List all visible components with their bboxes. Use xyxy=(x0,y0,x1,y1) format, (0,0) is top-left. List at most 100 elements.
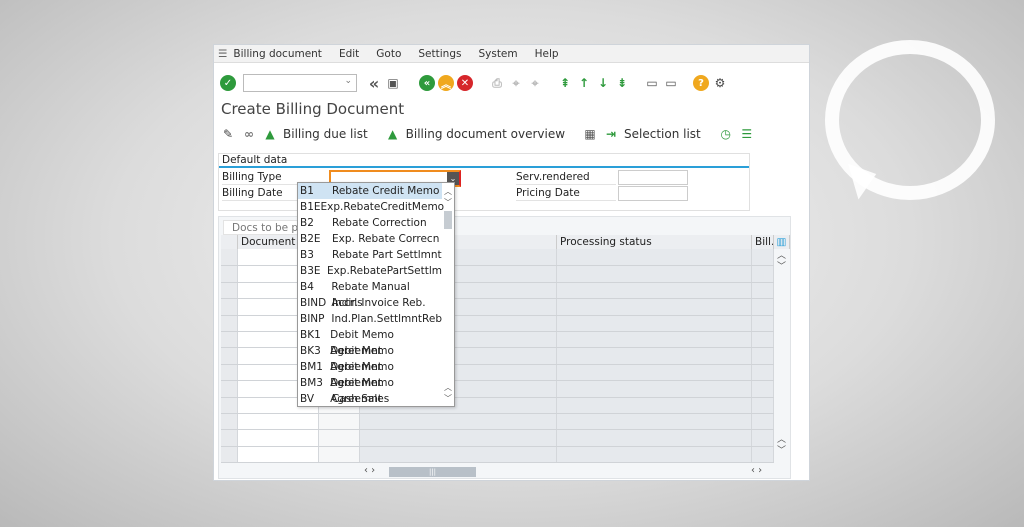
vertical-scroll-down[interactable]: ︿ ﹀ xyxy=(777,435,786,457)
dropdown-option[interactable]: BINP Ind.Plan.SettlmntReb xyxy=(298,311,442,327)
selection-list-button[interactable]: Selection list xyxy=(624,127,701,141)
page-title: Create Billing Document xyxy=(221,100,405,118)
option-code: B1E xyxy=(300,201,321,213)
first-page-icon[interactable]: ⇞ xyxy=(557,75,573,91)
help-icon[interactable]: ? xyxy=(693,75,709,91)
application-toolbar: ✎ ∞ ▲ Billing due list ▲ Billing documen… xyxy=(220,123,809,145)
menu-edit[interactable]: Edit xyxy=(339,48,359,60)
option-code: BINP xyxy=(300,313,325,325)
dropdown-scrollbar[interactable]: ︿ ﹀ ︿ ﹀ xyxy=(442,183,454,406)
option-text: Cash Sales xyxy=(332,393,390,405)
column-settings-icon[interactable]: ▥ xyxy=(774,235,790,249)
option-text: Rebate Part Settlmnt xyxy=(332,249,442,261)
option-code: BK1 xyxy=(300,329,321,341)
last-page-icon[interactable]: ⇟ xyxy=(614,75,630,91)
dropdown-option[interactable]: B4 Rebate Manual Accrls xyxy=(298,279,442,309)
option-code: B3 xyxy=(300,249,314,261)
option-text: Debit Memo Agreemnt xyxy=(330,361,394,389)
previous-page-icon[interactable]: ↑ xyxy=(576,75,592,91)
option-code: B1 xyxy=(300,185,314,197)
option-code: BM1 xyxy=(300,361,323,373)
selection-list-icon: ⇥ xyxy=(605,127,617,141)
menu-settings[interactable]: Settings xyxy=(418,48,461,60)
option-text: Exp.RebateCreditMemo xyxy=(320,201,445,213)
menu-help[interactable]: Help xyxy=(535,48,559,60)
dropdown-option[interactable]: BK1 Debit Memo Agreemnt xyxy=(298,327,442,357)
menu-billing-document[interactable]: Billing document xyxy=(233,48,322,60)
option-code: B4 xyxy=(300,281,314,293)
exit-icon[interactable]: ︽ xyxy=(438,75,454,91)
pencil-icon[interactable]: ✎ xyxy=(220,126,236,142)
menu-bar: ☰ Billing document Edit Goto Settings Sy… xyxy=(214,45,809,63)
billing-due-list-button[interactable]: Billing due list xyxy=(283,127,368,141)
clock-icon[interactable]: ◷ xyxy=(718,126,734,142)
pricing-date-label: Pricing Date xyxy=(516,186,616,201)
billing-document-overview-button[interactable]: Billing document overview xyxy=(406,127,565,141)
serv-rendered-input[interactable] xyxy=(618,170,688,185)
billing-due-list-icon: ▲ xyxy=(265,127,275,141)
dropdown-option[interactable]: BIND Indir. Invoice Reb. xyxy=(298,295,442,311)
cancel-icon[interactable]: ✕ xyxy=(457,75,473,91)
save-icon[interactable]: ▣ xyxy=(385,75,401,91)
option-code: B3E xyxy=(300,265,321,277)
command-field[interactable]: ⌄ xyxy=(243,74,357,92)
next-page-icon[interactable]: ↓ xyxy=(595,75,611,91)
billing-type-dropdown: B1 Rebate Credit Memo B1E Exp.RebateCreditM… xyxy=(297,182,455,407)
back-icon[interactable]: « xyxy=(419,75,435,91)
calendar-icon[interactable]: ▦ xyxy=(582,126,598,142)
menu-icon[interactable]: ☰ xyxy=(218,48,227,60)
dropdown-option[interactable]: BV Cash Sales xyxy=(298,391,442,407)
shortcut-icon[interactable]: ▭ xyxy=(663,75,679,91)
option-code: B2E xyxy=(300,233,321,245)
option-code: BM3 xyxy=(300,377,323,389)
option-text: Ind.Plan.SettlmntReb xyxy=(331,313,442,325)
column-header-processing-status[interactable]: Processing status xyxy=(557,235,752,249)
dropdown-option[interactable]: B1 Rebate Credit Memo xyxy=(298,183,442,199)
table-row-line xyxy=(221,429,774,431)
option-text: Debit Memo Agreemnt xyxy=(330,345,394,373)
dropdown-option[interactable]: B3 Rebate Part Settlmnt xyxy=(298,247,442,263)
dropdown-option[interactable]: B3E Exp.RebatePartSettlm xyxy=(298,263,442,279)
horizontal-scrollbar[interactable]: ‹ › ||| ‹ › xyxy=(221,465,790,479)
option-text: Debit Memo Agreemnt xyxy=(330,377,394,405)
billing-overview-icon: ▲ xyxy=(388,127,398,141)
dropdown-option[interactable]: B2 Rebate Correction xyxy=(298,215,442,231)
scroll-thumb[interactable]: ||| xyxy=(389,467,476,477)
add-layout-icon[interactable]: ☰ xyxy=(739,126,755,142)
menu-goto[interactable]: Goto xyxy=(376,48,401,60)
table-row-line xyxy=(221,445,774,447)
default-data-header: Default data xyxy=(219,154,749,168)
option-text: Rebate Credit Memo xyxy=(332,185,440,197)
dropdown-option[interactable]: B2E Exp. Rebate Correcn xyxy=(298,231,442,247)
option-text: Exp.RebatePartSettlm xyxy=(326,265,442,277)
dropdown-option[interactable]: B1E Exp.RebateCreditMemo xyxy=(298,199,445,215)
display-glasses-icon[interactable]: ∞ xyxy=(241,126,257,142)
chevron-down-icon[interactable]: ⌄ xyxy=(344,76,352,86)
back-double-icon[interactable]: « xyxy=(366,74,382,93)
gear-icon[interactable]: ⚙ xyxy=(712,75,728,91)
create-session-icon[interactable]: ▭ xyxy=(644,75,660,91)
option-code: BIND xyxy=(300,297,327,309)
option-code: BV xyxy=(300,393,315,405)
serv-rendered-label: Serv.rendered xyxy=(516,170,616,185)
table-row-line xyxy=(221,413,774,414)
column-header-bill[interactable]: Bill... xyxy=(752,235,774,249)
option-code: BK3 xyxy=(300,345,321,357)
select-all-header[interactable] xyxy=(221,235,238,249)
find-icon[interactable]: ⌖ xyxy=(508,75,524,91)
option-text: Debit Memo Agreemnt xyxy=(330,329,394,357)
option-text: Rebate Correction xyxy=(332,217,427,229)
dropdown-option[interactable]: BK3 Debit Memo Agreemnt xyxy=(298,343,442,373)
option-code: B2 xyxy=(300,217,314,229)
print-icon[interactable]: ⎙ xyxy=(489,75,505,91)
option-text: Exp. Rebate Correcn xyxy=(332,233,440,245)
pricing-date-input[interactable] xyxy=(618,186,688,201)
menu-system[interactable]: System xyxy=(478,48,517,60)
enter-check-icon[interactable]: ✓ xyxy=(220,75,236,91)
dropdown-option[interactable]: BM1 Debit Memo Agreemnt xyxy=(298,359,442,389)
dropdown-option[interactable]: BM3 Debit Memo Agreemnt xyxy=(298,375,442,405)
option-text: Indir. Invoice Reb. xyxy=(332,297,426,309)
find-next-icon[interactable]: ⌖ xyxy=(527,75,543,91)
system-toolbar: ✓ ⌄ « ▣ « ︽ ✕ ⎙ ⌖ ⌖ ⇞ ↑ ↓ ⇟ ▭ ▭ ? ⚙ xyxy=(214,71,809,95)
vertical-scroll-up[interactable]: ︿ ﹀ xyxy=(777,251,786,273)
